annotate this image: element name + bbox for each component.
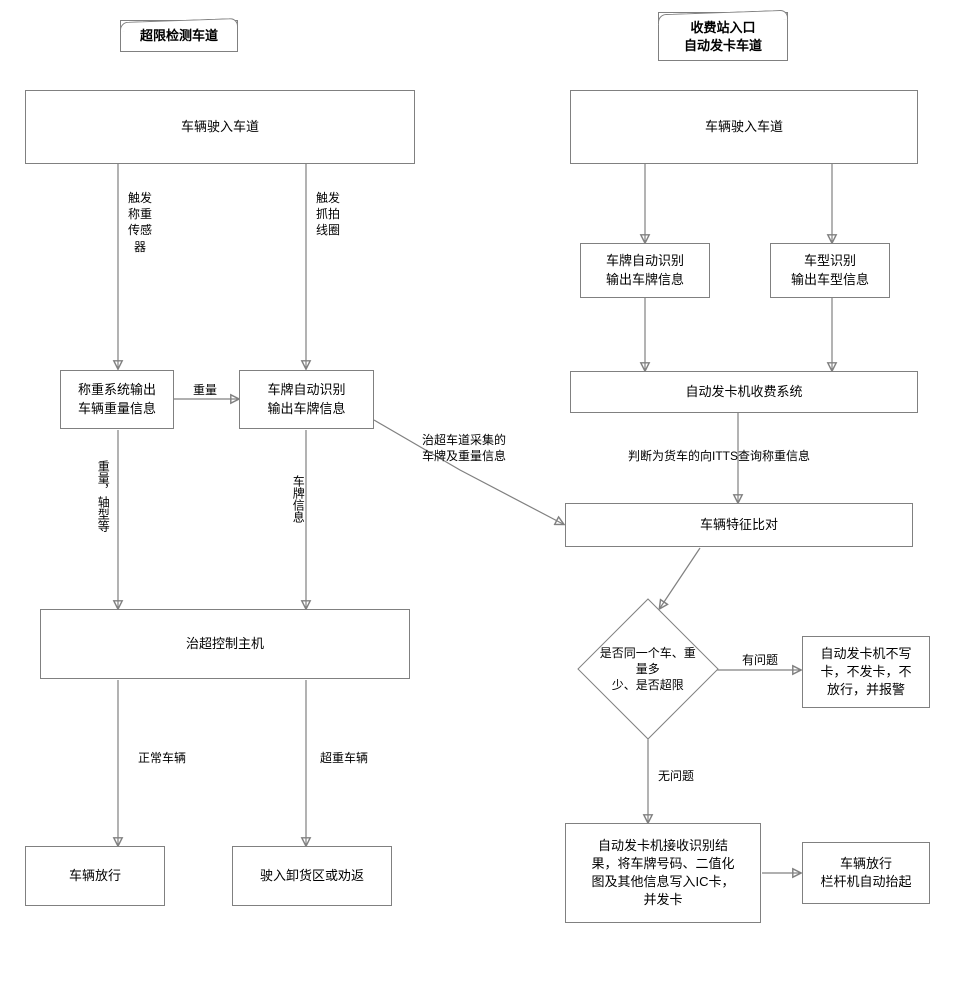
decision-diamond: 是否同一个车、重量多 少、是否超限 [577,598,718,739]
host-box: 治超控制主机 [40,609,410,679]
reject-box: 驶入卸货区或劝返 [232,846,392,906]
alarm-box: 自动发卡机不写 卡，不发卡，不 放行，并报警 [802,636,930,708]
compare-box: 车辆特征比对 [565,503,913,547]
vehtype-text: 车型识别 输出车型信息 [791,252,869,288]
weigh-output-box: 称重系统输出 车辆重量信息 [60,370,174,429]
vehtype-box: 车型识别 输出车型信息 [770,243,890,298]
host-text: 治超控制主机 [186,635,264,653]
left-lpr-box: 车牌自动识别 输出车牌信息 [239,370,374,429]
right-lpr-box: 车牌自动识别 输出车牌信息 [580,243,710,298]
left-lpr-text: 车牌自动识别 输出车牌信息 [267,381,345,417]
write-card-box: 自动发卡机接收识别结 果，将车牌号码、二值化 图及其他信息写入IC卡， 并发卡 [565,823,761,923]
write-card-text: 自动发卡机接收识别结 果，将车牌号码、二值化 图及其他信息写入IC卡， 并发卡 [591,837,734,910]
right-entry-text: 车辆驶入车道 [705,118,783,136]
left-title-text: 超限检测车道 [140,28,218,43]
right-lpr-text: 车牌自动识别 输出车牌信息 [606,252,684,288]
weight-axle-label: 重量，轴型等 [95,460,111,532]
auto-card-text: 自动发卡机收费系统 [685,383,802,401]
compare-text: 车辆特征比对 [700,516,778,534]
trigger-camera-label: 触发 抓拍 线圈 [316,190,340,239]
plate-info-label: 车牌信息 [290,475,306,523]
weigh-output-text: 称重系统输出 车辆重量信息 [78,381,156,417]
cross-link-label: 治超车道采集的 车牌及重量信息 [422,432,506,464]
right-title: 收费站入口 自动发卡车道 [658,12,788,61]
left-title: 超限检测车道 [120,20,238,52]
no-problem-label: 无问题 [658,768,694,784]
weight-arrow-label: 重量 [193,382,217,398]
decision-text: 是否同一个车、重量多 少、是否超限 [599,645,697,694]
over-vehicle-label: 超重车辆 [320,750,368,766]
left-entry-text: 车辆驶入车道 [181,118,259,136]
normal-vehicle-label: 正常车辆 [138,750,186,766]
auto-card-box: 自动发卡机收费系统 [570,371,918,413]
gate-text: 车辆放行 栏杆机自动抬起 [820,855,911,891]
alarm-text: 自动发卡机不写 卡，不发卡，不 放行，并报警 [820,645,911,700]
right-title-text: 收费站入口 自动发卡车道 [684,20,762,53]
release-text: 车辆放行 [69,867,121,885]
gate-box: 车辆放行 栏杆机自动抬起 [802,842,930,904]
release-box: 车辆放行 [25,846,165,906]
query-label: 判断为货车的向ITTS查询称重信息 [628,448,810,464]
left-entry-box: 车辆驶入车道 [25,90,415,164]
problem-label: 有问题 [742,652,778,668]
right-entry-box: 车辆驶入车道 [570,90,918,164]
reject-text: 驶入卸货区或劝返 [260,867,364,885]
trigger-weight-label: 触发 称重 传感 器 [128,190,152,255]
